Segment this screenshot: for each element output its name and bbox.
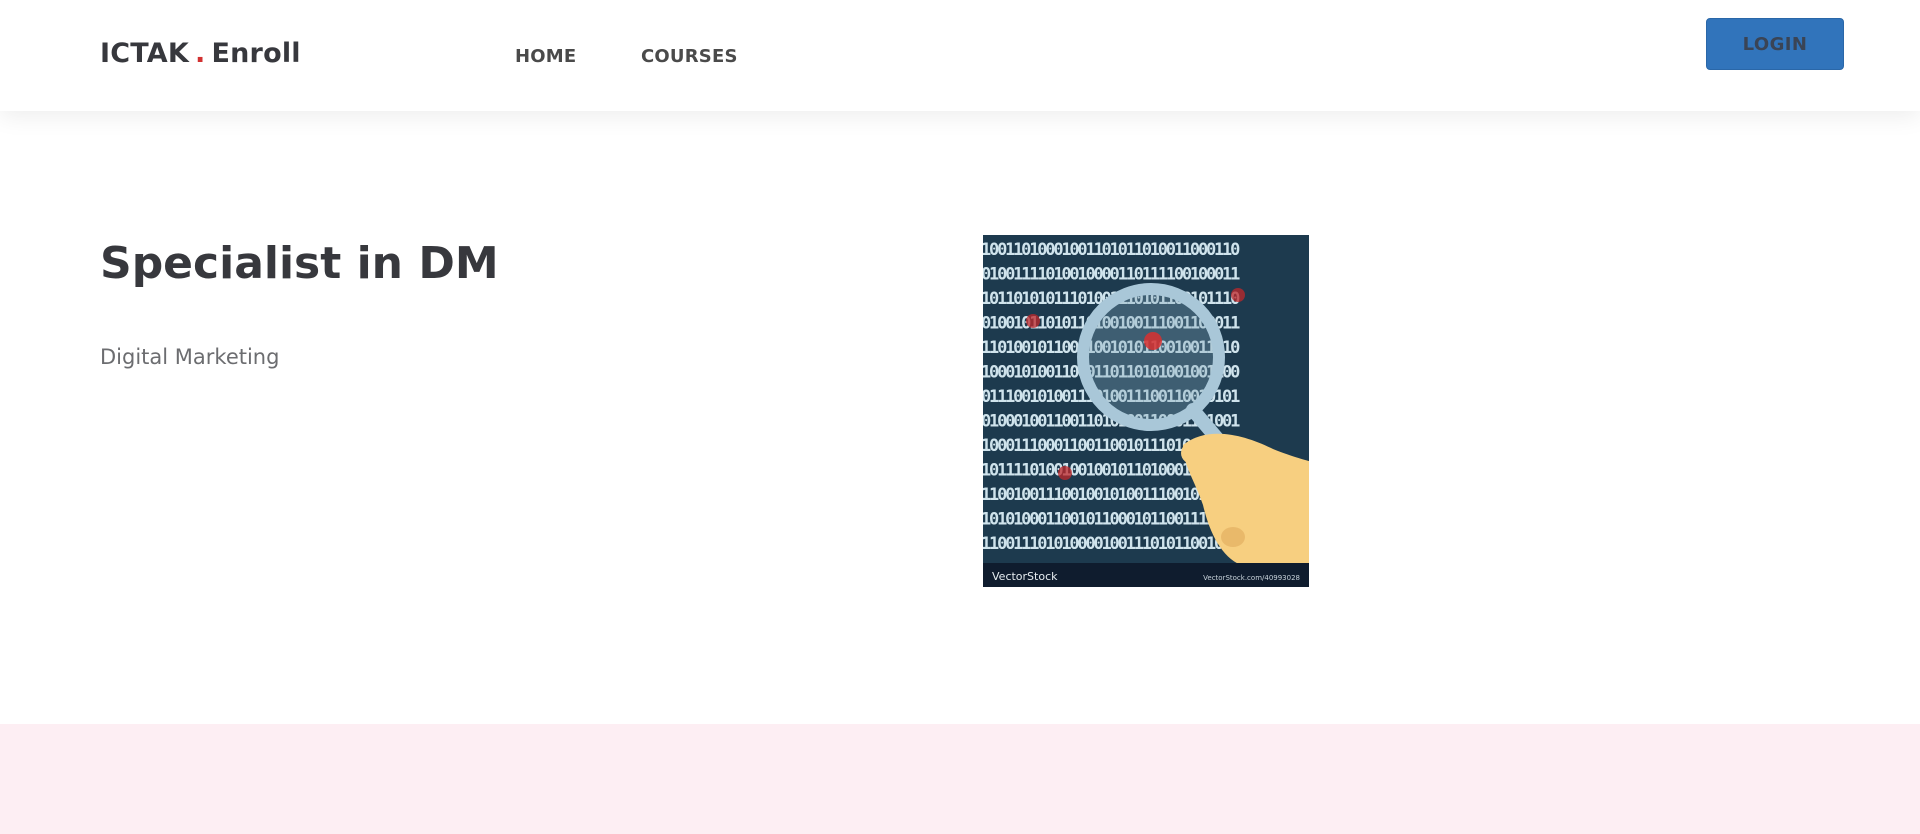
brand-name-left: ICTAK <box>100 38 190 69</box>
binary-row: 10011010001001101011010011000110 <box>983 240 1240 260</box>
binary-row: 11001110101000010011101011001010 <box>983 534 1240 554</box>
course-subtitle: Digital Marketing <box>100 345 280 369</box>
brand-dot: . <box>195 38 206 69</box>
course-image: 10011010001001101011010011000110 01001111… <box>983 235 1309 587</box>
nav-home-link[interactable]: HOME <box>515 46 576 67</box>
brand-logo[interactable]: ICTAK. Enroll <box>100 38 301 69</box>
footer-band <box>0 724 1920 834</box>
brand-name-right: Enroll <box>211 38 301 69</box>
magnifier-binary-icon: 10011010001001101011010011000110 01001111… <box>983 235 1309 587</box>
login-button[interactable]: LOGIN <box>1706 18 1844 70</box>
course-title: Specialist in DM <box>100 238 499 289</box>
binary-row: 01001111010010000110111100100011 <box>983 265 1240 285</box>
top-nav-bar: ICTAK. Enroll HOME COURSES LOGIN <box>0 0 1920 111</box>
nav-courses-link[interactable]: COURSES <box>641 46 738 67</box>
binary-row: 10101000110010110001011001111010 <box>983 510 1240 530</box>
watermark-left: VectorStock <box>992 570 1058 583</box>
watermark-right: VectorStock.com/40993028 <box>1203 574 1300 582</box>
